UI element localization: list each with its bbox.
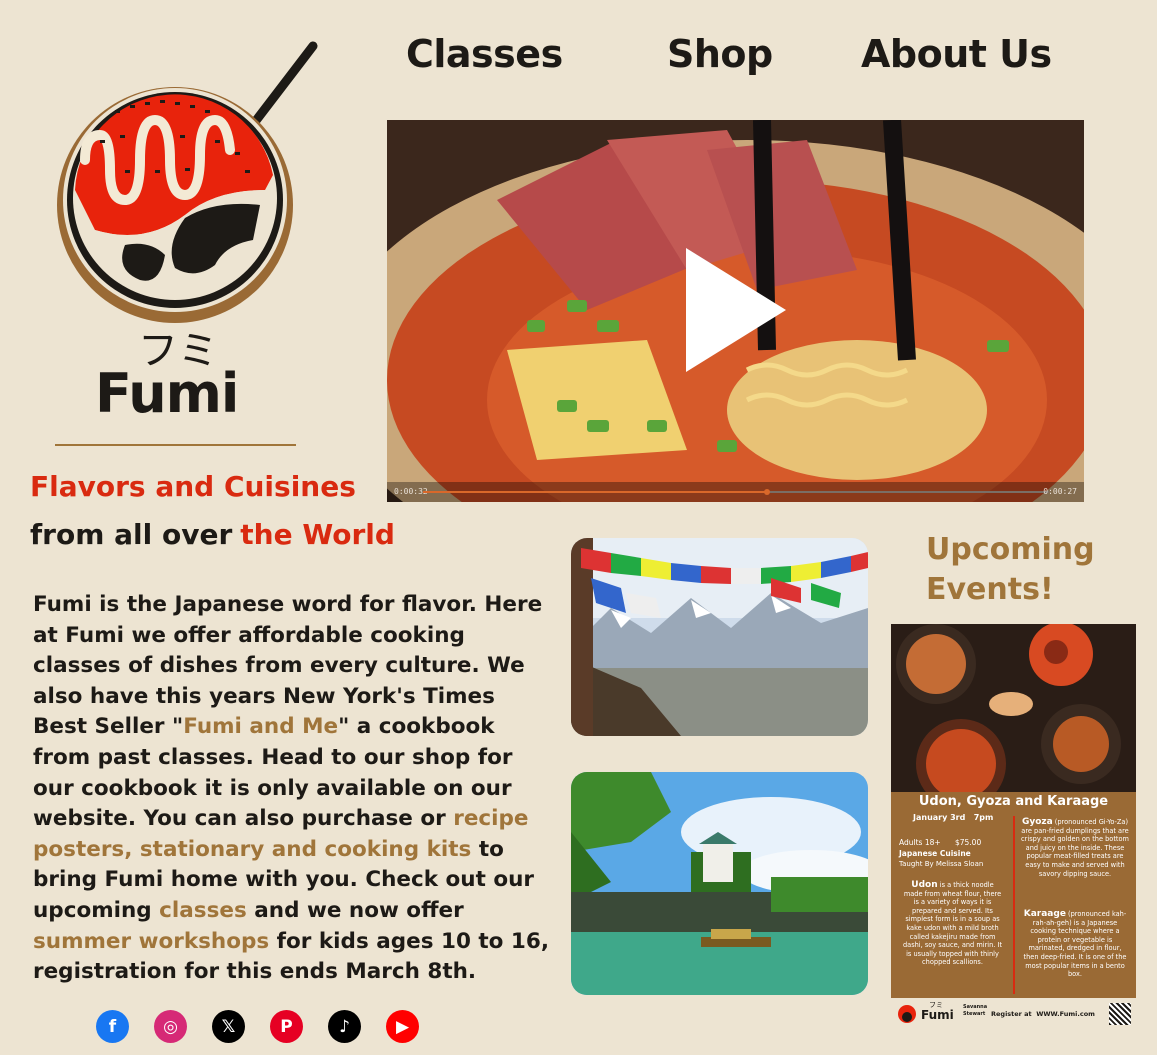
- poster-karaage: Karaage (pronounced kah-rah-ah-geh) is a…: [1021, 910, 1129, 979]
- poster-udon: Udon is a thick noodle made from wheat f…: [901, 881, 1004, 967]
- karaage-text: is a Japanese cooking technique where a …: [1023, 918, 1127, 979]
- upcoming-events-title: Upcoming Events!: [926, 530, 1095, 610]
- nav-about-us[interactable]: About Us: [861, 32, 1052, 76]
- pinterest-glyph: P: [280, 1016, 293, 1037]
- qr-code-icon: [1109, 1003, 1131, 1025]
- facebook-icon[interactable]: f: [96, 1010, 129, 1043]
- tiktok-icon[interactable]: ♪: [328, 1010, 361, 1043]
- events-title-line-1: Upcoming: [926, 532, 1095, 567]
- pinterest-icon[interactable]: P: [270, 1010, 303, 1043]
- poster-title: Udon, Gyoza and Karaage: [918, 794, 1109, 809]
- play-icon[interactable]: [686, 248, 786, 372]
- poster-food-photo: [891, 624, 1136, 809]
- poster-register-label: Register at: [991, 1010, 1032, 1018]
- poster-footer: フミ Fumi Savanna Stewart Register at WWW.F…: [891, 998, 1136, 1029]
- gyoza-text: are pan-fried dumplings that are crispy …: [1021, 826, 1129, 878]
- video-controls: 0:00:32 0:00:27: [387, 482, 1084, 502]
- poster-register-url: WWW.Fumi.com: [1036, 1010, 1095, 1018]
- poster-author-last: Stewart: [963, 1011, 986, 1017]
- x-icon[interactable]: 𝕏: [212, 1010, 245, 1043]
- intro-text-4: and we now offer: [246, 897, 464, 923]
- intro-paragraph: Fumi is the Japanese word for flavor. He…: [33, 590, 553, 988]
- tiktok-glyph: ♪: [339, 1016, 350, 1037]
- poster-logo-icon: [898, 1005, 916, 1023]
- poster-footer-author: Savanna Stewart: [963, 1004, 987, 1018]
- event-poster[interactable]: Udon, Gyoza and Karaage January 3rd 7pm …: [891, 624, 1136, 1029]
- tagline-line-1: Flavors and Cuisines: [30, 470, 356, 503]
- poster-teacher: Taught By Melissa Sloan: [899, 860, 984, 868]
- instagram-glyph: ◎: [163, 1016, 178, 1037]
- poster-time: 7pm: [973, 813, 994, 822]
- tagline-the-world: the World: [240, 518, 395, 551]
- poster-author-first: Savanna: [963, 1004, 988, 1010]
- osaka-castle-image: [571, 772, 868, 995]
- gyoza-pronunciation: (pronounced Gi-Yo-Za): [1054, 818, 1129, 826]
- poster-gyoza: Gyoza (pronounced Gi-Yo-Za) are pan-frie…: [1021, 818, 1129, 878]
- events-title-line-2: Events!: [926, 572, 1054, 607]
- summer-workshops-link[interactable]: summer workshops: [33, 929, 269, 954]
- poster-divider: [1013, 816, 1015, 994]
- udon-text: is a thick noodle made from wheat flour,…: [902, 881, 1003, 967]
- poster-age: Adults 18+: [899, 838, 941, 847]
- mountain-prayer-flags-image: [571, 538, 868, 736]
- ramen-bowl-logo-icon: [57, 41, 318, 323]
- cookbook-title: Fumi and Me: [183, 714, 339, 740]
- tagline-line-2: from all over the World: [30, 518, 395, 551]
- tagline-from-all-over: from all over: [30, 518, 233, 551]
- poster-datetime: January 3rd 7pm: [913, 813, 994, 823]
- instagram-icon[interactable]: ◎: [154, 1010, 187, 1043]
- poster-register: Register at WWW.Fumi.com: [991, 1010, 1095, 1018]
- brand-name: Fumi: [95, 362, 239, 425]
- divider: [55, 444, 296, 446]
- poster-price: $75.00: [954, 838, 982, 847]
- video-seek-knob[interactable]: [764, 489, 771, 495]
- video-total-time: 0:00:27: [1043, 487, 1077, 496]
- poster-cuisine: Japanese Cuisine: [899, 849, 971, 858]
- nav-classes[interactable]: Classes: [406, 32, 563, 76]
- udon-heading: Udon: [911, 880, 938, 890]
- karaage-heading: Karaage: [1023, 909, 1066, 919]
- classes-link[interactable]: classes: [159, 898, 247, 923]
- youtube-icon[interactable]: ▶: [386, 1010, 419, 1043]
- facebook-glyph: f: [108, 1016, 117, 1037]
- poster-date: January 3rd: [913, 813, 966, 822]
- poster-admission: Adults 18+ $75.00: [899, 838, 982, 848]
- video-progress-fill: [423, 491, 768, 493]
- x-glyph: 𝕏: [221, 1016, 236, 1037]
- gyoza-heading: Gyoza: [1021, 817, 1053, 827]
- poster-footer-brand: Fumi: [921, 1008, 954, 1022]
- youtube-glyph: ▶: [395, 1016, 410, 1037]
- video-seek-bar[interactable]: [423, 489, 1049, 495]
- nav-shop[interactable]: Shop: [667, 32, 773, 76]
